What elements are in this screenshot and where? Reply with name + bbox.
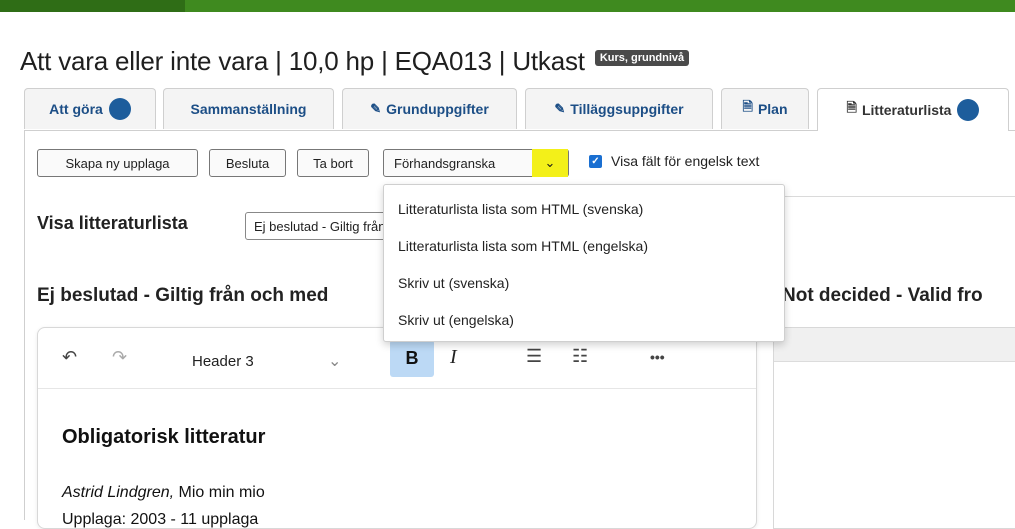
- numbered-list-icon[interactable]: ☷: [572, 346, 588, 367]
- document-heading: Obligatorisk litteratur: [62, 426, 266, 448]
- pencil-icon: ✎: [370, 101, 382, 116]
- english-editor-toolbar: [774, 328, 1015, 362]
- delete-button[interactable]: Ta bort: [297, 149, 369, 177]
- page-title: Att vara eller inte vara | 10,0 hp | EQA…: [20, 45, 585, 76]
- english-section-heading: Not decided - Valid fro: [782, 285, 983, 306]
- menu-item-html-english[interactable]: Litteraturlista lista som HTML (engelska…: [398, 238, 648, 254]
- tab-label: Sammanställning: [190, 101, 307, 117]
- more-options-icon[interactable]: •••: [650, 349, 665, 365]
- swedish-editor: ↶ ↷ Header 3 ⌄ B I ☰ ☷ ••• Obligatorisk …: [37, 327, 757, 529]
- chevron-down-icon[interactable]: ⌄: [532, 149, 568, 177]
- english-text-toggle[interactable]: ✓ Visa fält för engelsk text: [589, 153, 759, 169]
- tab-att-gora[interactable]: Att göra: [24, 88, 156, 129]
- preview-dropdown-menu: Litteraturlista lista som HTML (svenska)…: [383, 184, 785, 342]
- preview-label: Förhandsgranska: [394, 155, 496, 171]
- decide-button[interactable]: Besluta: [209, 149, 286, 177]
- create-edition-button[interactable]: Skapa ny upplaga: [37, 149, 198, 177]
- text-style-select[interactable]: Header 3: [192, 353, 254, 370]
- chevron-down-icon[interactable]: ⌄: [328, 351, 341, 371]
- tab-label: Litteraturlista: [861, 102, 952, 118]
- bullet-list-icon[interactable]: ☰: [526, 346, 542, 367]
- toolbar-divider: [38, 388, 756, 389]
- tab-sammanstallning[interactable]: Sammanställning: [163, 88, 334, 129]
- undo-icon[interactable]: ↶: [62, 347, 77, 368]
- tab-label: Tilläggsuppgifter: [570, 101, 684, 117]
- book-title: Mio min mio: [174, 484, 265, 501]
- notification-dot-icon: [957, 99, 980, 121]
- list-selector[interactable]: Ej beslutad - Giltig från och med: [245, 212, 405, 240]
- english-text-label: Visa fält för engelsk text: [611, 153, 760, 169]
- tab-grunduppgifter[interactable]: ✎ Grunduppgifter: [342, 88, 517, 129]
- document-icon: 🗎: [846, 100, 857, 115]
- tab-label: Plan: [757, 101, 788, 117]
- tab-plan[interactable]: 🗎 Plan: [721, 88, 809, 129]
- tab-tillaggsuppgifter[interactable]: ✎ Tilläggsuppgifter: [525, 88, 713, 129]
- menu-item-html-swedish[interactable]: Litteraturlista lista som HTML (svenska): [398, 201, 643, 217]
- pencil-icon: ✎: [554, 101, 566, 116]
- tab-bar: Att göra Sammanställning ✎ Grunduppgifte…: [24, 88, 1015, 131]
- document-icon: 🗎: [742, 99, 753, 114]
- top-accent-bar-segment: [0, 0, 185, 12]
- literature-entry: Astrid Lindgren, Mio min mio: [62, 484, 265, 502]
- redo-icon[interactable]: ↷: [112, 347, 127, 368]
- menu-item-print-swedish[interactable]: Skriv ut (svenska): [398, 275, 509, 291]
- italic-button[interactable]: I: [450, 346, 457, 369]
- page-title-row: Att vara eller inte vara | 10,0 hp | EQA…: [20, 44, 690, 78]
- level-badge: Kurs, grundnivå: [594, 50, 690, 66]
- list-selector-label: Visa litteraturlista: [37, 213, 188, 233]
- swedish-section-heading: Ej beslutad - Giltig från och med: [37, 285, 329, 306]
- english-editor: [773, 327, 1015, 529]
- author-name: Astrid Lindgren,: [62, 484, 175, 501]
- preview-dropdown-button[interactable]: Förhandsgranska ⌄: [383, 149, 569, 177]
- notification-dot-icon: [108, 98, 131, 120]
- tab-label: Grunduppgifter: [386, 101, 489, 117]
- bold-button[interactable]: B: [390, 340, 434, 377]
- checkbox-checked-icon[interactable]: ✓: [589, 154, 602, 168]
- menu-item-print-english[interactable]: Skriv ut (engelska): [398, 312, 514, 328]
- tab-label: Att göra: [49, 101, 103, 117]
- tab-litteraturlista[interactable]: 🗎 Litteraturlista: [817, 88, 1009, 131]
- divider: [775, 196, 1015, 197]
- edition-line: Upplaga: 2003 - 11 upplaga: [62, 511, 259, 528]
